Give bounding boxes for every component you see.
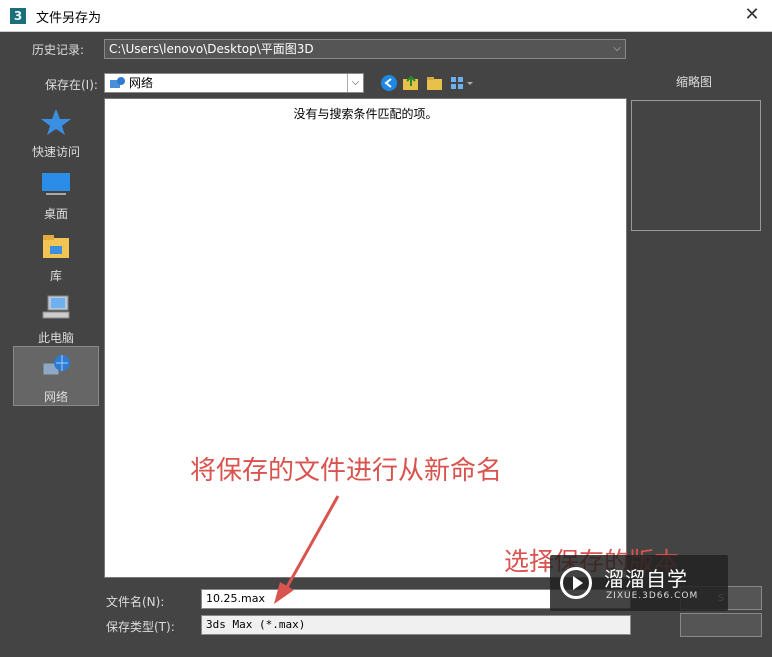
view-menu-icon[interactable] (450, 74, 474, 92)
title-bar: 3 文件另存为 ✕ (0, 0, 772, 32)
sidebar-item-label: 快速访问 (31, 145, 80, 159)
sidebar-item-label: 网络 (43, 390, 68, 404)
filetype-select[interactable]: 3ds Max (*.max) (201, 615, 631, 635)
save-in-value: 网络 (129, 76, 154, 90)
thumbnail-label: 缩略图 (676, 75, 713, 89)
filetype-label: 保存类型(T): (106, 620, 175, 634)
network-icon (42, 355, 70, 376)
sidebar-item-label: 桌面 (43, 207, 68, 221)
save-in-dropdown[interactable]: 网络 ⌵ (104, 73, 364, 93)
sidebar-item-label: 此电脑 (37, 331, 74, 345)
empty-message: 没有与搜索条件匹配的项。 (293, 107, 438, 121)
window-title: 文件另存为 (36, 11, 102, 26)
rename-annotation: 将保存的文件进行从新命名 (190, 456, 503, 486)
desktop-icon (42, 173, 70, 195)
close-button[interactable]: ✕ (740, 3, 764, 27)
up-folder-icon[interactable] (402, 74, 420, 92)
network-small-icon (110, 77, 125, 88)
filename-label: 文件名(N): (106, 595, 165, 609)
play-icon (560, 567, 592, 599)
computer-icon (42, 295, 70, 319)
places-sidebar: 快速访问 桌面 库 此电脑 网络 (8, 98, 102, 578)
cancel-button[interactable] (680, 613, 762, 637)
sidebar-item-network[interactable]: 网络 (13, 346, 99, 406)
sidebar-item-desktop[interactable]: 桌面 (13, 164, 99, 224)
sidebar-item-library[interactable]: 库 (13, 226, 99, 286)
history-label: 历史记录: (32, 43, 85, 57)
file-list[interactable]: 没有与搜索条件匹配的项。 (104, 98, 627, 578)
thumbnail-preview (631, 100, 761, 231)
annotation-arrow-icon (274, 495, 340, 604)
sidebar-item-quick-access[interactable]: 快速访问 (13, 102, 99, 162)
sidebar-item-label: 库 (49, 269, 62, 283)
watermark-url: ZIXUE.3D66.COM (606, 591, 699, 601)
chevron-down-icon[interactable]: ⌵ (347, 74, 363, 92)
sidebar-item-this-pc[interactable]: 此电脑 (13, 288, 99, 348)
dialog-body: 历史记录: C:\Users\lenovo\Desktop\平面图3D ⌵ 保存… (0, 32, 772, 657)
new-folder-icon[interactable] (426, 74, 444, 92)
star-icon (41, 109, 71, 135)
watermark-title: 溜溜自学 (604, 567, 688, 591)
back-icon[interactable] (380, 74, 398, 92)
save-in-label: 保存在(I): (45, 78, 98, 92)
app-icon: 3 (10, 8, 26, 24)
history-value: C:\Users\lenovo\Desktop\平面图3D (109, 42, 314, 56)
library-folder-icon (43, 235, 69, 258)
watermark-logo: 溜溜自学 ZIXUE.3D66.COM (550, 555, 728, 611)
chevron-down-icon[interactable]: ⌵ (609, 40, 625, 58)
history-dropdown[interactable]: C:\Users\lenovo\Desktop\平面图3D ⌵ (104, 39, 626, 59)
